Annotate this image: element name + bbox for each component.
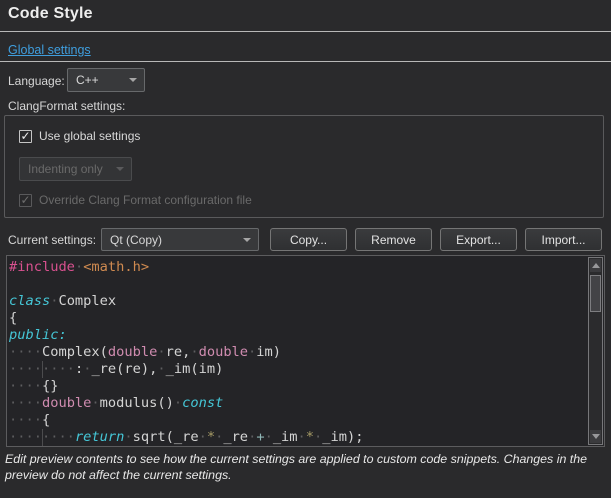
code-line: ····Complex(double·re,·double·im)	[9, 344, 587, 361]
formatting-mode-select: Indenting only	[19, 157, 132, 181]
use-global-settings-checkbox[interactable]: ✓ Use global settings	[19, 129, 140, 143]
global-settings-link[interactable]: Global settings	[8, 43, 91, 57]
code-line	[9, 276, 587, 293]
code-line: #include·<math.h>	[9, 259, 587, 276]
current-settings-value: Qt (Copy)	[110, 233, 162, 247]
title-divider	[0, 31, 611, 32]
checkbox-box: ✓	[19, 130, 32, 143]
arrow-up-icon	[592, 263, 600, 268]
scrollbar-thumb[interactable]	[590, 275, 601, 312]
footer-note: Edit preview contents to see how the cur…	[5, 451, 606, 484]
chevron-down-icon	[129, 78, 137, 82]
code-line: ····{	[9, 412, 587, 429]
override-clang-format-label: Override Clang Format configuration file	[39, 193, 252, 207]
remove-button[interactable]: Remove	[355, 228, 432, 251]
code-preview-editor[interactable]: #include·<math.h>class·Complex{public:··…	[6, 255, 605, 447]
vertical-scrollbar[interactable]	[588, 257, 603, 445]
checkbox-box: ✓	[19, 194, 32, 207]
chevron-down-icon	[116, 167, 124, 171]
copy-button[interactable]: Copy...	[270, 228, 347, 251]
code-line: {	[9, 310, 587, 327]
checkmark-icon: ✓	[20, 130, 30, 142]
current-settings-label: Current settings:	[8, 233, 96, 247]
clangformat-settings-label: ClangFormat settings:	[8, 99, 125, 113]
language-select-value: C++	[76, 73, 99, 87]
scrollbar-up-button[interactable]	[590, 259, 601, 272]
header-divider	[0, 61, 611, 62]
code-line: ········return·sqrt(_re·*·_re·+·_im·*·_i…	[9, 429, 587, 446]
code-editor-content[interactable]: #include·<math.h>class·Complex{public:··…	[9, 259, 587, 446]
language-select[interactable]: C++	[67, 68, 145, 92]
export-button[interactable]: Export...	[440, 228, 517, 251]
page-title: Code Style	[8, 5, 93, 23]
override-clang-format-checkbox: ✓ Override Clang Format configuration fi…	[19, 193, 252, 207]
use-global-settings-label: Use global settings	[39, 129, 140, 143]
clangformat-groupbox: ✓ Use global settings Indenting only ✓ O…	[4, 115, 604, 218]
code-line: ····{}	[9, 378, 587, 395]
code-line: public:	[9, 327, 587, 344]
import-button[interactable]: Import...	[525, 228, 602, 251]
code-line: ····double·modulus()·const	[9, 395, 587, 412]
checkmark-icon: ✓	[20, 194, 30, 206]
current-settings-select[interactable]: Qt (Copy)	[101, 228, 259, 251]
language-label: Language:	[8, 74, 65, 88]
code-line: class·Complex	[9, 293, 587, 310]
code-line: ········:·_re(re),·_im(im)	[9, 361, 587, 378]
formatting-mode-value: Indenting only	[28, 162, 103, 176]
arrow-down-icon	[592, 434, 600, 439]
chevron-down-icon	[243, 238, 251, 242]
scrollbar-down-button[interactable]	[590, 430, 601, 443]
